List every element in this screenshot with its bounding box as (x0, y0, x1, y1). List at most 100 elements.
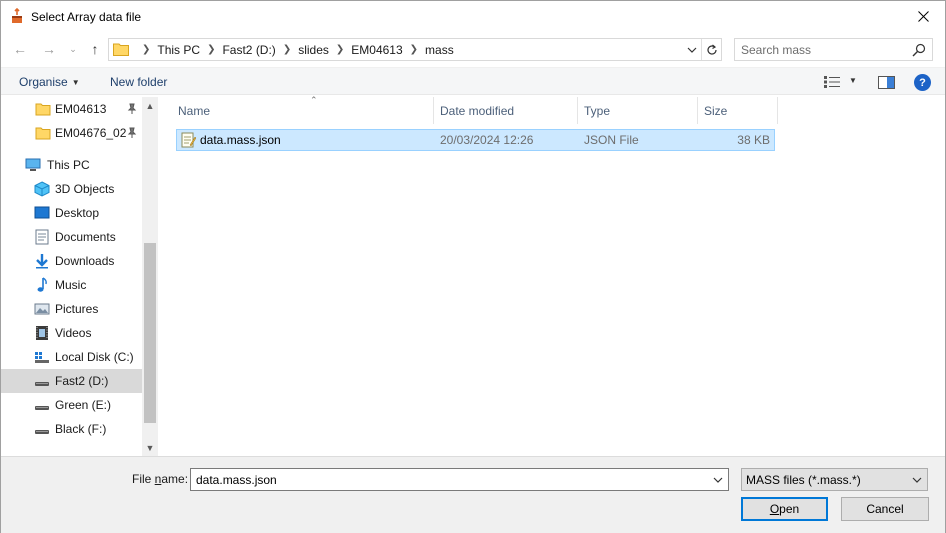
close-button[interactable] (901, 1, 945, 32)
file-name-dropdown[interactable] (710, 469, 726, 490)
sidebar-item-em04676-02[interactable]: EM04676_02 (1, 121, 142, 145)
column-header-type[interactable]: Type (578, 97, 698, 124)
view-details-icon[interactable] (824, 76, 840, 88)
breadcrumb-item[interactable]: This PC (157, 43, 200, 57)
navigation-pane: EM04613 EM04676_02 This PC 3D Objects De… (1, 97, 158, 456)
file-row[interactable]: data.mass.json 20/03/2024 12:26 JSON Fil… (176, 129, 775, 151)
breadcrumb-chevron-icon[interactable]: ❯ (410, 44, 418, 55)
breadcrumb-item[interactable]: mass (425, 43, 454, 57)
sidebar-item-pictures[interactable]: Pictures (1, 297, 142, 321)
organise-menu-button[interactable]: Organise ▼ (19, 75, 80, 89)
breadcrumb: ❯ This PC ❯ Fast2 (D:) ❯ slides ❯ EM0461… (135, 39, 454, 60)
sidebar-item-label: Music (55, 278, 87, 292)
sidebar-item-label: This PC (47, 158, 90, 172)
scroll-up-arrow-icon[interactable]: ▲ (142, 97, 158, 114)
folder-icon (113, 43, 129, 56)
sidebar-item-label: Documents (55, 230, 116, 244)
folder-icon (35, 127, 51, 140)
filter-dropdown[interactable] (910, 469, 924, 490)
videos-icon (36, 326, 48, 340)
chevron-down-icon (687, 47, 697, 53)
sidebar-item-green-e[interactable]: Green (E:) (1, 393, 142, 417)
back-arrow-icon[interactable]: ← (11, 40, 29, 58)
breadcrumb-chevron-icon[interactable]: ❯ (283, 44, 291, 55)
desktop-icon (34, 206, 50, 219)
search-box[interactable] (734, 38, 933, 61)
download-icon (36, 254, 48, 269)
sidebar-item-label: Downloads (55, 254, 115, 268)
column-header-label: Name (178, 103, 211, 118)
file-size: 38 KB (737, 133, 770, 147)
app-icon (12, 8, 22, 23)
breadcrumb-chevron-icon[interactable]: ❯ (207, 44, 215, 55)
documents-icon (35, 229, 49, 245)
sidebar-item-videos[interactable]: Videos (1, 321, 142, 345)
json-file-icon (181, 132, 196, 148)
file-type-filter-select[interactable]: MASS files (*.mass.*) (741, 468, 928, 491)
search-icon[interactable] (912, 43, 926, 57)
file-name-label: File name: (132, 472, 189, 486)
navigation-bar: ← → ⌄ ↑ ❯ This PC ❯ Fast2 (D:) ❯ slides … (1, 35, 945, 63)
column-header-name[interactable]: Name ⌃ (172, 95, 434, 124)
pin-icon[interactable] (127, 127, 137, 139)
windows-drive-icon (35, 352, 49, 363)
column-header-size[interactable]: Size (698, 97, 778, 124)
sidebar-item-this-pc[interactable]: This PC (1, 153, 142, 177)
sidebar-item-local-disk-c[interactable]: Local Disk (C:) (1, 345, 142, 369)
address-history-dropdown[interactable] (683, 39, 701, 60)
column-header-label: Size (704, 103, 728, 118)
sidebar-item-black-f[interactable]: Black (F:) (1, 417, 142, 441)
sidebar-item-label: Videos (55, 326, 92, 340)
sort-ascending-icon: ⌃ (310, 95, 318, 105)
file-name: data.mass.json (200, 133, 281, 147)
drive-icon (35, 430, 49, 434)
sidebar-item-label: EM04676_02 (55, 126, 127, 140)
close-icon (917, 11, 929, 22)
breadcrumb-item[interactable]: EM04613 (351, 43, 402, 57)
sidebar-item-desktop[interactable]: Desktop (1, 201, 142, 225)
help-icon[interactable]: ? (914, 74, 931, 91)
breadcrumb-item[interactable]: slides (298, 43, 329, 57)
open-button[interactable]: Open (741, 497, 828, 521)
forward-arrow-icon[interactable]: → (40, 40, 58, 58)
file-type: JSON File (584, 133, 639, 147)
chevron-down-icon (713, 477, 723, 483)
sidebar-item-em04613[interactable]: EM04613 (1, 97, 142, 121)
title-bar: Select Array data file (1, 1, 945, 32)
breadcrumb-item[interactable]: Fast2 (D:) (222, 43, 275, 57)
file-type-filter-value: MASS files (*.mass.*) (746, 473, 861, 487)
file-date-modified: 20/03/2024 12:26 (440, 133, 534, 147)
search-input[interactable] (735, 39, 905, 60)
music-icon (37, 277, 47, 292)
sidebar-item-label: Pictures (55, 302, 99, 316)
sidebar-item-documents[interactable]: Documents (1, 225, 142, 249)
up-arrow-icon[interactable]: ↑ (86, 40, 104, 58)
column-header-label: Date modified (440, 103, 515, 118)
sidebar-item-music[interactable]: Music (1, 273, 142, 297)
sidebar-scrollbar[interactable]: ▲ ▼ (142, 97, 158, 456)
breadcrumb-chevron-icon[interactable]: ❯ (336, 44, 344, 55)
sidebar-item-3d-objects[interactable]: 3D Objects (1, 177, 142, 201)
pictures-icon (34, 303, 50, 315)
file-name-input[interactable] (191, 469, 706, 490)
file-name-combobox[interactable] (190, 468, 729, 491)
sidebar-item-fast2-d[interactable]: Fast2 (D:) (1, 369, 142, 393)
dialog-footer: File name: MASS files (*.mass.*) Open Ca… (1, 456, 945, 533)
sidebar-item-label: 3D Objects (55, 182, 115, 196)
recent-locations-chevron-icon[interactable]: ⌄ (64, 40, 82, 58)
new-folder-button[interactable]: New folder (110, 75, 167, 89)
organise-label: Organise (19, 75, 68, 89)
scrollbar-thumb[interactable] (144, 243, 156, 423)
folder-icon (35, 103, 51, 116)
column-header-date-modified[interactable]: Date modified (434, 97, 578, 124)
cancel-button[interactable]: Cancel (841, 497, 929, 521)
pin-icon[interactable] (127, 103, 137, 115)
refresh-button[interactable] (701, 39, 722, 60)
sidebar-item-label: Black (F:) (55, 422, 107, 436)
sidebar-item-downloads[interactable]: Downloads (1, 249, 142, 273)
preview-pane-icon[interactable] (878, 76, 895, 89)
address-bar[interactable]: ❯ This PC ❯ Fast2 (D:) ❯ slides ❯ EM0461… (108, 38, 722, 61)
view-options-caret-icon[interactable]: ▼ (849, 76, 857, 85)
scroll-down-arrow-icon[interactable]: ▼ (142, 439, 158, 456)
file-list: Name ⌃ Date modified Type Size data.mass… (161, 95, 945, 456)
